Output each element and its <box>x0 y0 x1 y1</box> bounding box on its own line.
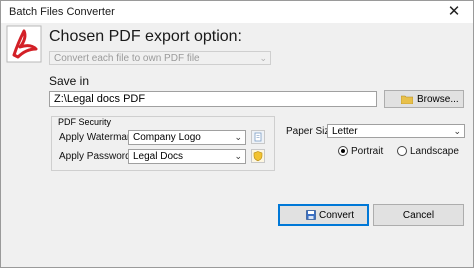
shield-icon <box>253 151 263 162</box>
portrait-radio[interactable] <box>338 146 348 156</box>
paper-size-value: Letter <box>332 126 358 137</box>
folder-icon <box>401 95 413 104</box>
portrait-label: Portrait <box>351 146 384 157</box>
save-path-field[interactable]: Z:\Legal docs PDF <box>49 91 377 107</box>
document-icon <box>254 132 262 142</box>
watermark-settings-icon[interactable] <box>251 130 265 144</box>
chevron-down-icon: ⌄ <box>234 151 242 161</box>
cancel-label: Cancel <box>402 210 435 221</box>
pdf-logo-icon <box>6 25 42 63</box>
browse-label: Browse... <box>417 94 459 105</box>
landscape-radio[interactable] <box>397 146 407 156</box>
paper-size-dropdown[interactable]: Letter ⌄ <box>327 124 465 138</box>
landscape-label: Landscape <box>410 146 459 157</box>
convert-label: Convert <box>319 210 355 221</box>
export-option-dropdown[interactable]: Convert each file to own PDF file ⌄ <box>49 51 271 65</box>
chevron-down-icon: ⌄ <box>453 126 461 136</box>
watermark-dropdown[interactable]: Company Logo ⌄ <box>128 130 246 145</box>
password-dropdown[interactable]: Legal Docs ⌄ <box>128 149 246 164</box>
password-label: Apply Password <box>59 151 131 162</box>
browse-button[interactable]: Browse... <box>384 90 464 108</box>
chevron-down-icon: ⌄ <box>259 53 267 63</box>
watermark-label: Apply Watermark <box>59 132 136 143</box>
save-disk-icon <box>306 210 316 220</box>
export-option-value: Convert each file to own PDF file <box>54 53 200 64</box>
window-title: Batch Files Converter <box>9 6 115 18</box>
cancel-button[interactable]: Cancel <box>373 204 464 226</box>
close-icon[interactable]: ✕ <box>441 3 467 21</box>
dialog-window: Batch Files Converter ✕ Chosen PDF expor… <box>0 0 474 268</box>
chevron-down-icon: ⌄ <box>234 132 242 142</box>
export-option-heading: Chosen PDF export option: <box>49 28 242 45</box>
pdf-security-title: PDF Security <box>56 117 114 127</box>
watermark-value: Company Logo <box>133 132 201 143</box>
password-value: Legal Docs <box>133 151 184 162</box>
title-bar: Batch Files Converter ✕ <box>1 1 473 23</box>
convert-button[interactable]: Convert <box>278 204 369 226</box>
password-settings-icon[interactable] <box>251 149 265 163</box>
save-in-label: Save in <box>49 74 90 88</box>
